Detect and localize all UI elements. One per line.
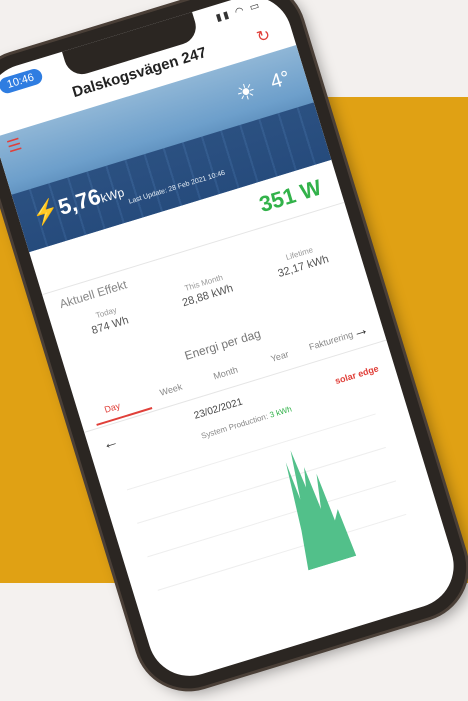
status-icons: ▮▮ ◠ ▭ [214, 0, 263, 24]
status-time: 10:46 [0, 67, 44, 96]
tab-week[interactable]: Week [159, 382, 184, 398]
tab-month[interactable]: Month [212, 365, 239, 382]
stat-lifetime: Lifetime 32,17 kWh [250, 235, 353, 287]
tab-fakturering[interactable]: Fakturering [308, 329, 354, 352]
forward-arrow-icon[interactable]: → [351, 321, 372, 343]
back-arrow-icon[interactable]: ← [100, 433, 121, 455]
tab-day[interactable]: Day [103, 401, 121, 415]
date-value[interactable]: 23/02/2021 [193, 397, 244, 422]
stat-month: This Month 28,88 kWh [155, 264, 258, 316]
tab-year[interactable]: Year [270, 349, 290, 364]
kwp-unit: kWp [98, 185, 126, 206]
current-power: 351 W [256, 174, 325, 218]
